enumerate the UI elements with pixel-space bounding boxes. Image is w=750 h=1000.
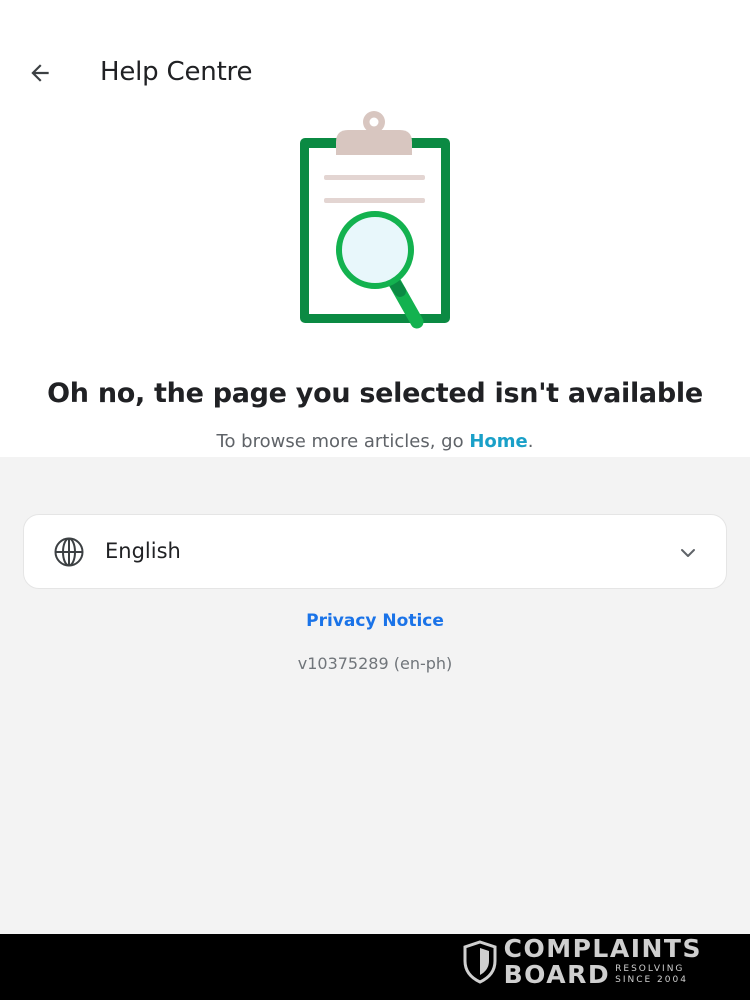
watermark-line2: BOARD xyxy=(503,960,611,989)
subtitle-prefix: To browse more articles, go xyxy=(216,431,470,452)
language-selector[interactable]: English xyxy=(23,514,727,589)
back-button[interactable] xyxy=(20,55,60,91)
page-title: Help Centre xyxy=(100,57,253,87)
watermark-line1: COMPLAINTS xyxy=(503,934,702,963)
home-link[interactable]: Home xyxy=(469,431,527,452)
watermark-tag2: SINCE 2004 xyxy=(615,975,688,985)
app-header: Help Centre xyxy=(0,0,750,110)
bottom-bar: COMPLAINTS BOARD RESOLVING SINCE 2004 xyxy=(0,934,750,1000)
globe-icon xyxy=(54,537,84,567)
error-subtitle: To browse more articles, go Home. xyxy=(0,431,750,452)
chevron-down-icon xyxy=(681,549,695,557)
shield-logo-icon xyxy=(463,940,497,984)
complaints-board-watermark: COMPLAINTS BOARD RESOLVING SINCE 2004 xyxy=(462,936,702,988)
watermark-tag1: RESOLVING xyxy=(615,964,685,974)
arrow-left-icon xyxy=(31,64,49,82)
subtitle-suffix: . xyxy=(527,431,534,452)
error-heading: Oh no, the page you selected isn't avail… xyxy=(47,378,703,409)
version-label: v10375289 (en-ph) xyxy=(297,654,453,673)
privacy-notice-link[interactable]: Privacy Notice xyxy=(0,611,750,631)
clipboard-magnifier-illustration xyxy=(300,111,450,329)
language-selected-value: English xyxy=(105,539,181,563)
